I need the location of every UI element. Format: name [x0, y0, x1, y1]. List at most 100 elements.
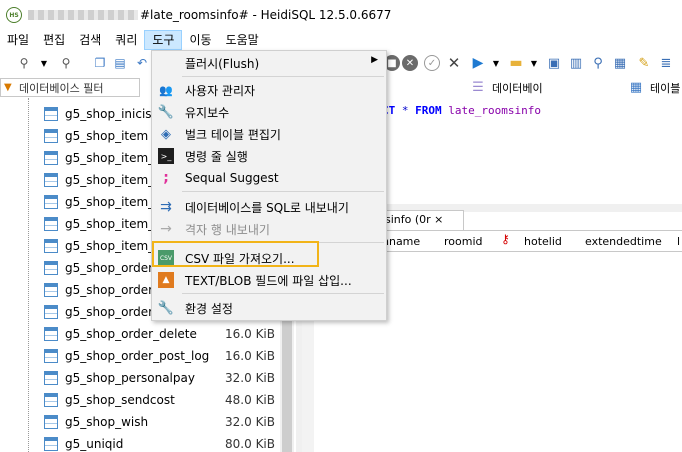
run-icon[interactable]: ▶ [470, 55, 486, 71]
sql-query-text: CT * FROM late_roomsinfo [382, 104, 541, 117]
menu-item-label: TEXT/BLOB 필드에 파일 삽입... [185, 273, 352, 288]
table-icon [44, 261, 58, 275]
paste-icon[interactable]: ▤ [112, 55, 128, 71]
table-icon [44, 349, 58, 363]
folder-dropdown-icon[interactable]: ▼ [526, 55, 542, 71]
menu-item-label: 벌크 테이블 편집기 [185, 127, 281, 142]
tree-table-row[interactable]: g5_shop_sendcost 48.0 KiB [44, 389, 284, 411]
table-name: g5_shop_wish [65, 415, 149, 429]
menu-separator [182, 293, 384, 294]
menu-item-flush[interactable]: 플러시(Flush) ▶ [152, 52, 386, 74]
menu-item-label: 환경 설정 [185, 301, 233, 316]
tools-dropdown-menu: 플러시(Flush) ▶ 👥 사용자 관리자 🔧 유지보수 ◈ 벌크 테이블 편… [151, 50, 387, 321]
export-sql-icon: ⇉ [160, 199, 172, 215]
menu-item-label: 명령 줄 실행 [185, 149, 248, 164]
settings-wrench-icon: 🔧 [157, 300, 175, 316]
menu-bar: 파일 편집 검색 쿼리 도구 이동 도움말 [0, 30, 682, 50]
insert-file-icon: ▲ [158, 272, 174, 288]
menu-item-label: 플러시(Flush) [185, 56, 260, 71]
tree-table-row[interactable]: g5_shop_order_delete 16.0 KiB [44, 323, 284, 345]
table-icon [44, 173, 58, 187]
tree-table-row[interactable]: g5_uniqid 80.0 KiB [44, 433, 284, 452]
table-name: g5_shop_order_post_log [65, 349, 210, 363]
menu-item-insert-file-blob[interactable]: ▲ TEXT/BLOB 필드에 파일 삽입... [152, 269, 386, 291]
menu-go[interactable]: 이동 [182, 30, 218, 50]
blurred-hostname [28, 10, 138, 20]
menu-item-sequal-suggest[interactable]: ; Sequal Suggest [152, 167, 386, 189]
menu-item-label: 격자 행 내보내기 [185, 222, 270, 237]
column-header[interactable]: roomid [444, 235, 483, 248]
menu-item-command-line[interactable]: >_ 명령 줄 실행 [152, 145, 386, 167]
check-icon[interactable]: ✓ [424, 55, 440, 71]
tree-connector-line [28, 98, 29, 452]
table-size: 16.0 KiB [225, 349, 275, 363]
table-icon [44, 217, 58, 231]
sql-star: * [401, 104, 409, 117]
replace-icon[interactable]: ▦ [612, 55, 628, 71]
table-filter-icon: ▦ [629, 79, 643, 95]
submenu-arrow-icon: ▶ [371, 55, 378, 65]
menu-item-preferences[interactable]: 🔧 환경 설정 [152, 297, 386, 319]
menu-item-label: Sequal Suggest [185, 171, 279, 185]
save-icon[interactable]: ▣ [546, 55, 562, 71]
table-size: 48.0 KiB [225, 393, 275, 407]
column-header[interactable]: extendedtime [585, 235, 662, 248]
disconnect-icon[interactable]: ⚲ [58, 55, 74, 71]
table-size: 32.0 KiB [225, 415, 275, 429]
table-icon [44, 283, 58, 297]
result-tab[interactable]: sinfo (0r × 6c) [380, 210, 464, 244]
table-filter-label[interactable]: 테이블 [650, 80, 680, 96]
heidisql-app-icon: HS [6, 7, 22, 23]
column-header[interactable]: nname [382, 235, 420, 248]
menu-file[interactable]: 파일 [0, 30, 36, 50]
save-snippet-icon[interactable]: ▥ [568, 55, 584, 71]
find-icon[interactable]: ⚲ [590, 55, 606, 71]
table-name: g5_shop_personalpay [65, 371, 195, 385]
folder-icon[interactable]: ▬ [508, 55, 524, 71]
sql-keyword: FROM [415, 104, 442, 117]
menu-item-label: 사용자 관리자 [185, 83, 256, 98]
column-header[interactable]: l [677, 235, 680, 248]
table-icon [44, 327, 58, 341]
table-name: g5_uniqid [65, 437, 124, 451]
table-name: g5_shop_sendcost [65, 393, 175, 407]
format-icon[interactable]: ≣ [658, 55, 674, 71]
copy-icon[interactable]: ❐ [92, 55, 108, 71]
clean-icon[interactable]: ✎ [636, 55, 652, 71]
menu-tools[interactable]: 도구 [144, 30, 183, 50]
tree-scrollbar-thumb[interactable] [282, 300, 292, 452]
undo-icon[interactable]: ↶ [134, 55, 150, 71]
table-name: g5_shop_order_delete [65, 327, 197, 341]
database-filter-field[interactable]: ▼ 데이터베이스 필터 [0, 78, 140, 97]
filter-icon: ▼ [4, 81, 12, 93]
menu-separator [182, 76, 384, 77]
menu-help[interactable]: 도움말 [219, 30, 266, 50]
menu-edit[interactable]: 편집 [36, 30, 72, 50]
menu-item-export-sql[interactable]: ⇉ 데이터베이스를 SQL로 내보내기 [152, 196, 386, 218]
wrench-icon: 🔧 [157, 104, 175, 120]
sql-table-name: late_roomsinfo [448, 104, 541, 117]
column-header[interactable]: hotelid [524, 235, 562, 248]
db-filter-label[interactable]: 데이터베이 [492, 80, 543, 96]
close-icon[interactable]: ✕ [446, 54, 462, 72]
tree-table-row[interactable]: g5_shop_order_post_log 16.0 KiB [44, 345, 284, 367]
window-title: #late_roomsinfo# - HeidiSQL 12.5.0.6677 [140, 8, 392, 22]
menu-query[interactable]: 쿼리 [108, 30, 144, 50]
run-dropdown-icon[interactable]: ▼ [488, 55, 504, 71]
table-icon [44, 415, 58, 429]
users-icon: 👥 [159, 83, 173, 97]
dropdown-arrow-icon[interactable]: ▼ [36, 55, 52, 71]
layers-icon: ◈ [161, 126, 171, 142]
menu-item-bulk-table-editor[interactable]: ◈ 벌크 테이블 편집기 [152, 123, 386, 145]
menu-item-user-manager[interactable]: 👥 사용자 관리자 [152, 79, 386, 101]
cancel-icon[interactable]: ✕ [402, 55, 418, 71]
suggest-icon: ; [163, 170, 169, 186]
tree-table-row[interactable]: g5_shop_wish 32.0 KiB [44, 411, 284, 433]
tree-table-row[interactable]: g5_shop_personalpay 32.0 KiB [44, 367, 284, 389]
menu-item-maintenance[interactable]: 🔧 유지보수 [152, 101, 386, 123]
table-icon [44, 437, 58, 451]
menu-search[interactable]: 검색 [72, 30, 108, 50]
connect-icon[interactable]: ⚲ [16, 55, 32, 71]
table-icon [44, 393, 58, 407]
table-icon [44, 371, 58, 385]
